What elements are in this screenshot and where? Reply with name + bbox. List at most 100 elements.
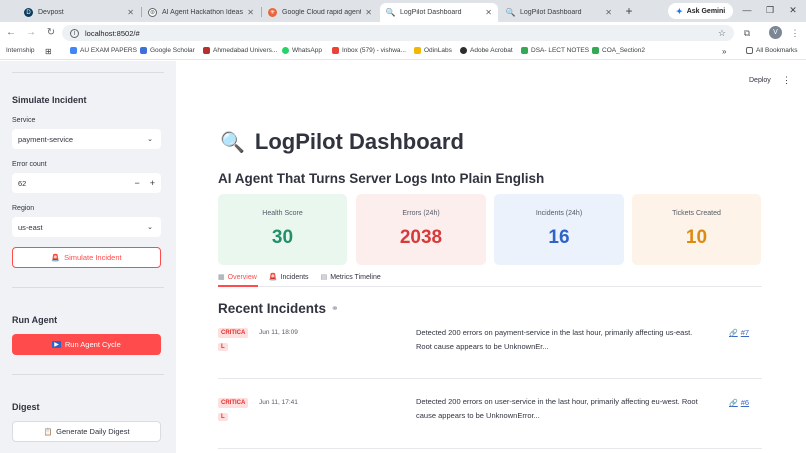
chrome-menu-icon[interactable]: ⋮	[788, 26, 802, 40]
metric-label: Incidents (24h)	[535, 210, 583, 217]
address-bar[interactable]: i localhost:8502/# ☆	[62, 25, 734, 41]
bookmark-inbox[interactable]: Inbox (579) - vishwa...	[332, 47, 406, 54]
minus-icon[interactable]: −	[134, 178, 139, 188]
line-chart-icon: ▤	[320, 274, 328, 281]
gmail-favicon-icon	[332, 47, 339, 54]
sparkle-favicon-icon: ✳	[268, 8, 277, 17]
digest-heading: Digest	[12, 402, 40, 412]
site-info-icon[interactable]: i	[70, 28, 79, 38]
bookmark-au-exam-papers[interactable]: AU EXAM PAPERS	[70, 47, 137, 54]
bookmark-label: Inbox (579) - vishwa...	[342, 47, 406, 54]
browser-tab-logpilot[interactable]: 🔍 LogPilot Dashboard ✕	[500, 3, 618, 22]
new-tab-plus-icon[interactable]: +	[622, 4, 636, 18]
magnifier-favicon-icon: 🔍	[385, 8, 396, 17]
generate-daily-digest-button[interactable]: 📋 Generate Daily Digest	[12, 421, 161, 442]
tabs-divider	[218, 286, 762, 287]
browser-tab-devpost[interactable]: D Devpost ✕	[18, 3, 140, 22]
bookmark-coa-section2[interactable]: COA_Section2	[592, 47, 645, 54]
link-icon: 🔗	[729, 399, 738, 407]
browser-tab-logpilot-active[interactable]: 🔍 LogPilot Dashboard ✕	[380, 3, 498, 22]
restore-icon[interactable]: ❐	[763, 3, 777, 17]
minimize-icon[interactable]: —	[740, 3, 754, 17]
error-count-input[interactable]: 62 − +	[12, 173, 161, 193]
chart-icon: ▦	[218, 274, 225, 281]
browser-tab-google-cloud[interactable]: ✳ Google Cloud rapid agent ha ✕	[262, 3, 378, 22]
bookmark-label: AU EXAM PAPERS	[80, 47, 137, 54]
metric-card-errors: Errors (24h) 2038	[356, 194, 486, 265]
tab-label: Overview	[227, 273, 257, 281]
drive-favicon-icon	[592, 47, 599, 54]
bookmark-dsa-lect-notes[interactable]: DSA- LECT NOTES	[521, 47, 589, 54]
tab-title: Devpost	[38, 9, 64, 16]
incident-ticket-link[interactable]: 🔗 #7	[729, 328, 749, 337]
anchor-link-icon[interactable]: ⚭	[331, 303, 339, 314]
bookmark-ahmedabad-univ[interactable]: Ahmedabad Univers...	[203, 47, 277, 54]
acrobat-favicon-icon	[460, 47, 467, 54]
generate-daily-digest-label: Generate Daily Digest	[56, 427, 130, 436]
incident-divider	[218, 378, 762, 379]
main-menu-icon[interactable]: ⋮	[782, 75, 791, 86]
incident-divider	[218, 448, 762, 449]
bookmark-adobe-acrobat[interactable]: Adobe Acrobat	[460, 47, 513, 54]
service-value: payment-service	[18, 134, 74, 144]
all-bookmarks-folder[interactable]: All Bookmarks	[746, 47, 798, 54]
profile-avatar[interactable]: V	[769, 26, 782, 39]
bookmarks-overflow-icon[interactable]: »	[722, 47, 726, 56]
incident-time: Jun 11, 17:41	[259, 399, 298, 406]
close-icon[interactable]: ✕	[127, 8, 134, 17]
back-arrow-icon[interactable]: ←	[4, 26, 18, 40]
region-value: us-east	[18, 222, 43, 232]
metric-value: 2038	[399, 227, 443, 248]
bookmark-google-scholar[interactable]: Google Scholar	[140, 47, 195, 54]
error-count-stepper: − +	[134, 178, 155, 188]
close-icon[interactable]: ✕	[605, 8, 612, 17]
deploy-button[interactable]: Deploy	[749, 77, 771, 84]
incident-message: Detected 200 errors on payment-service i…	[416, 326, 716, 354]
close-icon[interactable]: ✕	[485, 8, 492, 17]
google-favicon-icon	[70, 47, 77, 54]
extensions-puzzle-icon[interactable]: ⧉	[740, 26, 754, 40]
tab-title: LogPilot Dashboard	[400, 9, 462, 16]
plus-icon[interactable]: +	[150, 178, 155, 188]
close-icon[interactable]: ✕	[365, 8, 372, 17]
window-close-icon[interactable]: ✕	[786, 3, 800, 17]
ask-gemini-button[interactable]: ✦ Ask Gemini	[668, 3, 734, 19]
error-count-value: 62	[18, 178, 27, 188]
incident-ticket-link[interactable]: 🔗 #6	[729, 398, 749, 407]
close-icon[interactable]: ✕	[247, 8, 254, 17]
metric-value: 30	[271, 227, 294, 248]
simulate-incident-button[interactable]: 🚨 Simulate Incident	[12, 247, 161, 268]
chevron-down-icon: ⌄	[147, 224, 153, 231]
gemini-sparkle-icon: ✦	[676, 6, 683, 16]
reload-icon[interactable]: ↻	[44, 26, 58, 40]
service-select[interactable]: payment-service ⌄	[12, 129, 161, 149]
bookmark-label: Google Scholar	[150, 47, 195, 54]
incident-message-line: cause appears to be UnknownError...	[416, 411, 540, 420]
bookmark-label: WhatsApp	[292, 47, 322, 54]
incident-message-line: Root cause appears to be UnknownEr...	[416, 342, 549, 351]
magnifier-favicon-icon: 🔍	[505, 8, 516, 17]
forward-arrow-icon[interactable]: →	[24, 26, 38, 40]
bookmark-star-icon[interactable]: ☆	[718, 28, 726, 39]
browser-tab-ai-agent-ideas[interactable]: ⊛ AI Agent Hackathon Ideas ✕	[142, 3, 260, 22]
tab-overview[interactable]: ▦ Overview	[218, 270, 257, 284]
severity-badge: CRITICA	[218, 328, 249, 338]
severity-badge-wrap: L	[218, 413, 228, 421]
bookmark-odinlabs[interactable]: OdinLabs	[414, 47, 452, 54]
content-tabs: ▦ Overview 🚨 Incidents ▤ Metrics Timelin…	[218, 270, 393, 286]
scholar-favicon-icon	[140, 47, 147, 54]
tab-incidents[interactable]: 🚨 Incidents	[269, 270, 309, 284]
region-select[interactable]: us-east ⌄	[12, 217, 161, 237]
link-icon: 🔗	[729, 329, 738, 337]
apps-grid-icon[interactable]: ⊞	[45, 47, 52, 56]
page-subtitle: AI Agent That Turns Server Logs Into Pla…	[218, 171, 545, 186]
bookmark-internship[interactable]: Internship	[6, 47, 35, 54]
bookmark-label: COA_Section2	[602, 47, 645, 54]
run-agent-cycle-button[interactable]: ▶ Run Agent Cycle	[12, 334, 161, 355]
bookmark-whatsapp[interactable]: WhatsApp	[282, 47, 322, 54]
bookmark-label: All Bookmarks	[756, 47, 798, 54]
tab-title: Google Cloud rapid agent ha	[282, 9, 362, 16]
tab-metrics-timeline[interactable]: ▤ Metrics Timeline	[321, 270, 381, 284]
magnifier-icon: 🔍	[220, 131, 245, 154]
page-title-text: LogPilot Dashboard	[254, 129, 464, 154]
